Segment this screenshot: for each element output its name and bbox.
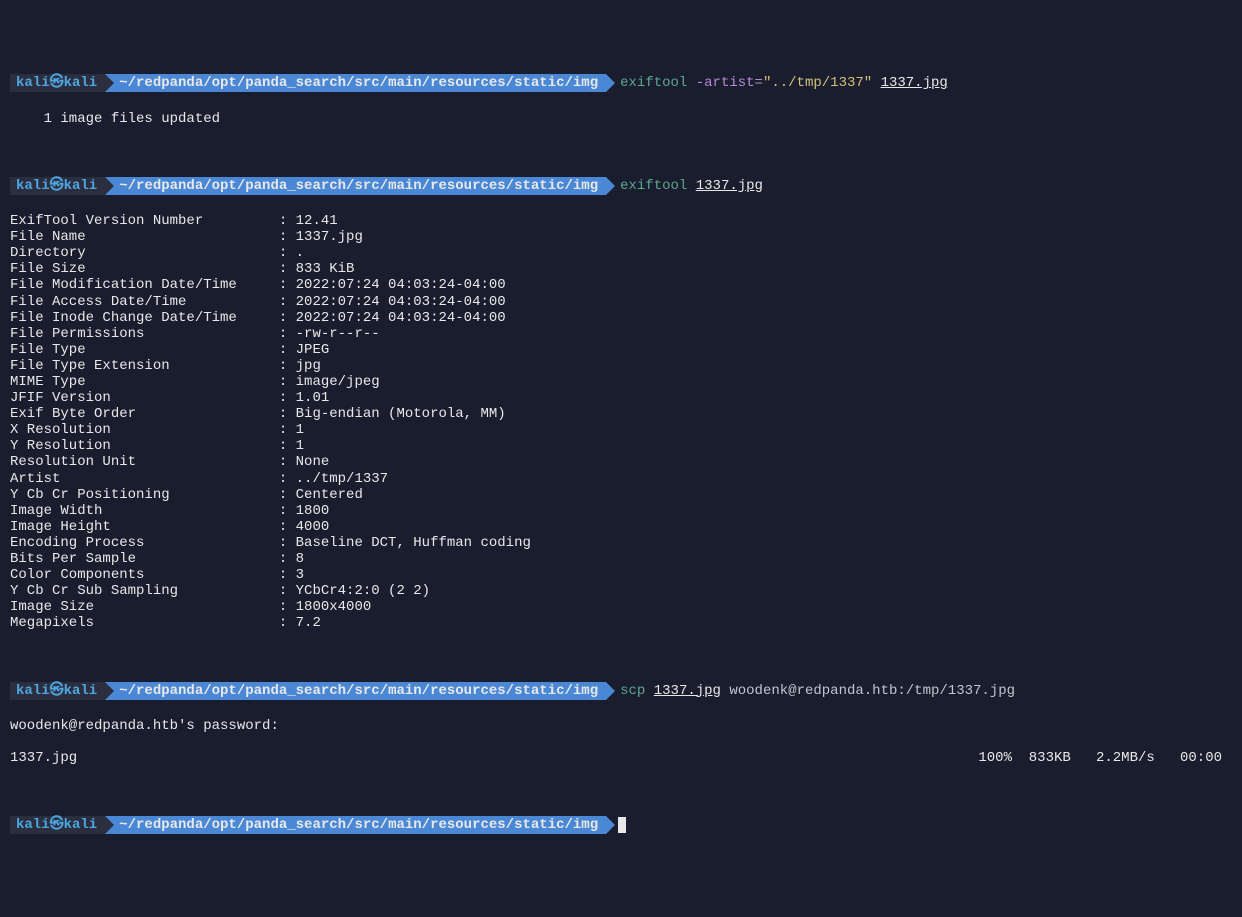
exif-row: Image Height : 4000 — [10, 519, 1232, 535]
exif-row: Image Size : 1800x4000 — [10, 599, 1232, 615]
cmd-arg: 1337.jpg — [696, 178, 763, 194]
cursor[interactable] — [618, 817, 626, 833]
cmd-rest: woodenk@redpanda.htb:/tmp/1337.jpg — [721, 683, 1015, 699]
cmd-arg: 1337.jpg — [654, 683, 721, 699]
cmd-name: exiftool — [620, 75, 687, 91]
exif-row: Image Width : 1800 — [10, 503, 1232, 519]
exif-row: File Name : 1337.jpg — [10, 229, 1232, 245]
exif-output: ExifTool Version Number : 12.41File Name… — [10, 213, 1232, 631]
user-host: kali㉿kali — [10, 177, 105, 195]
path: ~/redpanda/opt/panda_search/src/main/res… — [105, 816, 606, 834]
exif-row: File Permissions : -rw-r--r-- — [10, 326, 1232, 342]
user-host: kali㉿kali — [10, 816, 105, 834]
exif-row: ExifTool Version Number : 12.41 — [10, 213, 1232, 229]
exif-row: Color Components : 3 — [10, 567, 1232, 583]
user-host: kali㉿kali — [10, 74, 105, 92]
exif-row: Bits Per Sample : 8 — [10, 551, 1232, 567]
cmd-name: exiftool — [620, 178, 687, 194]
cmd-flag: -artist= — [696, 75, 763, 91]
output-password: woodenk@redpanda.htb's password: — [10, 718, 1232, 734]
exif-row: JFIF Version : 1.01 — [10, 390, 1232, 406]
cmd-string: "../tmp/1337" — [763, 75, 872, 91]
exif-row: X Resolution : 1 — [10, 422, 1232, 438]
exif-row: File Type Extension : jpg — [10, 358, 1232, 374]
path: ~/redpanda/opt/panda_search/src/main/res… — [105, 682, 606, 700]
exif-row: Y Cb Cr Sub Sampling : YCbCr4:2:0 (2 2) — [10, 583, 1232, 599]
exif-row: File Modification Date/Time : 2022:07:24… — [10, 277, 1232, 293]
exif-row: Artist : ../tmp/1337 — [10, 471, 1232, 487]
gap — [10, 782, 1232, 798]
output-scp-status: 1337.jpg 100% 833KB 2.2MB/s 00:00 — [10, 750, 1222, 766]
exif-row: File Access Date/Time : 2022:07:24 04:03… — [10, 294, 1232, 310]
prompt-line-1: kali㉿kali ~/redpanda/opt/panda_search/sr… — [10, 74, 1232, 92]
gap — [10, 648, 1232, 664]
gap — [10, 143, 1232, 159]
exif-row: File Inode Change Date/Time : 2022:07:24… — [10, 310, 1232, 326]
command-3[interactable]: scp 1337.jpg woodenk@redpanda.htb:/tmp/1… — [606, 683, 1015, 699]
exif-row: File Type : JPEG — [10, 342, 1232, 358]
prompt-line-2: kali㉿kali ~/redpanda/opt/panda_search/sr… — [10, 177, 1232, 195]
exif-row: Exif Byte Order : Big-endian (Motorola, … — [10, 406, 1232, 422]
user-host: kali㉿kali — [10, 682, 105, 700]
exif-row: File Size : 833 KiB — [10, 261, 1232, 277]
path: ~/redpanda/opt/panda_search/src/main/res… — [105, 74, 606, 92]
exif-row: Y Resolution : 1 — [10, 438, 1232, 454]
exif-row: MIME Type : image/jpeg — [10, 374, 1232, 390]
cmd-name: scp — [620, 683, 645, 699]
output-1: 1 image files updated — [10, 111, 1232, 127]
exif-row: Megapixels : 7.2 — [10, 615, 1232, 631]
cmd-arg: 1337.jpg — [881, 75, 948, 91]
command-2[interactable]: exiftool 1337.jpg — [606, 178, 763, 194]
exif-row: Encoding Process : Baseline DCT, Huffman… — [10, 535, 1232, 551]
scp-progress: 100% 833KB 2.2MB/s 00:00 — [978, 750, 1222, 766]
exif-row: Directory : . — [10, 245, 1232, 261]
exif-row: Y Cb Cr Positioning : Centered — [10, 487, 1232, 503]
prompt-line-3: kali㉿kali ~/redpanda/opt/panda_search/sr… — [10, 682, 1232, 700]
prompt-line-4: kali㉿kali ~/redpanda/opt/panda_search/sr… — [10, 816, 1232, 834]
scp-file: 1337.jpg — [10, 750, 77, 766]
path: ~/redpanda/opt/panda_search/src/main/res… — [105, 177, 606, 195]
exif-row: Resolution Unit : None — [10, 454, 1232, 470]
command-1[interactable]: exiftool -artist="../tmp/1337" 1337.jpg — [606, 75, 948, 91]
